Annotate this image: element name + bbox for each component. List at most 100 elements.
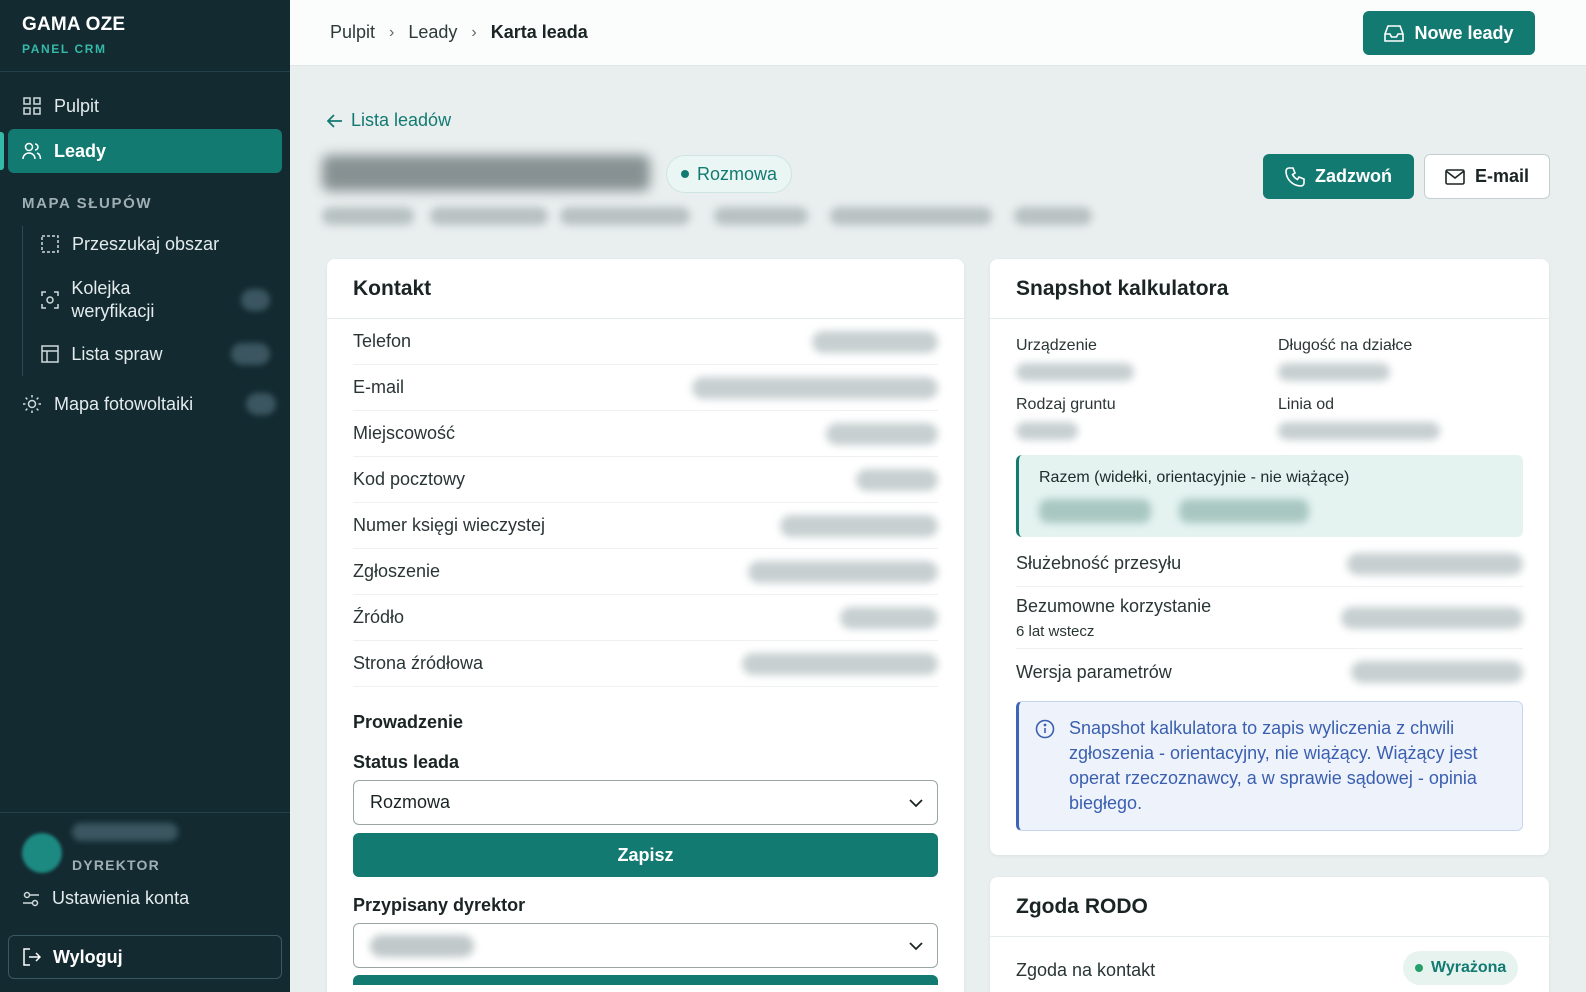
new-leads-label: Nowe leady: [1414, 22, 1514, 43]
table-icon: [40, 344, 59, 364]
consent-dot: [1415, 964, 1423, 972]
sidebar-item-label: Kolejka weryfikacji: [71, 278, 155, 321]
sidebar-item-przeszukaj[interactable]: Przeszukaj obszar: [40, 232, 270, 256]
brand: GAMA OZE PANEL CRM: [0, 0, 290, 72]
field-value: [1016, 363, 1134, 381]
grid-icon: [22, 96, 42, 116]
scan-icon: [40, 290, 59, 310]
status-field-label: Status leada: [353, 752, 460, 772]
status-dot: [681, 170, 689, 178]
breadcrumb-pulpit[interactable]: Pulpit: [330, 22, 375, 43]
table-row: Kod pocztowy: [353, 457, 938, 503]
lead-meta: [714, 207, 808, 225]
logout-button[interactable]: Wyloguj: [8, 935, 282, 979]
save-director-button[interactable]: [353, 975, 938, 985]
back-label: Lista leadów: [351, 110, 452, 130]
row-value: [692, 376, 938, 399]
chevron-down-icon: [909, 935, 923, 956]
account-settings-link[interactable]: Ustawienia konta: [22, 888, 189, 909]
row-label: E-mail: [353, 377, 405, 397]
row-label: Strona źródłowa: [353, 653, 484, 673]
breadcrumb-current: Karta leada: [490, 22, 588, 42]
table-row: E-mail: [353, 365, 938, 411]
director-field-label: Przypisany dyrektor: [353, 895, 526, 915]
brand-subtitle: PANEL CRM: [22, 42, 107, 56]
save-button[interactable]: Zapisz: [353, 833, 938, 877]
status-select-value: Rozmowa: [370, 792, 451, 812]
email-label: E-mail: [1474, 166, 1530, 186]
new-leads-button[interactable]: Nowe leady: [1363, 11, 1535, 55]
field-label: Linia od: [1278, 396, 1335, 413]
field-label: Rodzaj gruntu: [1016, 396, 1116, 413]
chevron-down-icon: [909, 792, 923, 813]
table-row: Telefon: [353, 319, 938, 365]
lead-meta: [1014, 207, 1092, 225]
field-value: [1278, 363, 1390, 381]
call-button[interactable]: Zadzwoń: [1263, 154, 1414, 199]
row-value: [1351, 661, 1523, 683]
lead-meta: [830, 207, 992, 225]
sidebar-item-pulpit[interactable]: Pulpit: [8, 84, 282, 128]
range-max: [1179, 499, 1309, 523]
phone-icon: [1285, 166, 1305, 187]
breadcrumb-leady[interactable]: Leady: [408, 22, 457, 43]
row-value: [812, 330, 938, 353]
sidebar-item-lista-spraw[interactable]: Lista spraw: [40, 342, 270, 366]
card-title: Snapshot kalkulatora: [990, 259, 1549, 319]
row-value: [826, 422, 938, 445]
lead-meta: [430, 207, 548, 225]
sidebar-item-leady[interactable]: Leady: [8, 129, 282, 173]
users-icon: [22, 141, 42, 161]
lead-meta: [560, 207, 690, 225]
consent-badge: Wyrażona: [1403, 951, 1519, 985]
row-label: Wersja parametrów: [1016, 661, 1172, 682]
row-value: [1341, 606, 1523, 629]
consent-status: Wyrażona: [1431, 959, 1507, 976]
logout-label: Wyloguj: [53, 946, 123, 967]
sub-rail: [22, 226, 23, 376]
breadcrumb: Pulpit › Leady › Karta leada: [330, 22, 588, 43]
section-heading: Prowadzenie: [353, 712, 464, 732]
inbox-icon: [1384, 24, 1405, 42]
row-label: Numer księgi wieczystej: [353, 515, 546, 535]
sidebar: GAMA OZE PANEL CRM Pulpit Leady MAPA SŁU…: [0, 0, 290, 992]
row-label: Kod pocztowy: [353, 469, 466, 489]
table-row: Źródło: [353, 595, 938, 641]
info-icon: [1035, 719, 1055, 746]
table-row: Wersja parametrów: [1016, 649, 1523, 695]
topbar: Pulpit › Leady › Karta leada Nowe leady: [290, 0, 1586, 66]
logout-icon: [23, 948, 41, 966]
field-label: Urządzenie: [1016, 337, 1097, 354]
row-sublabel: 6 lat wstecz: [1016, 622, 1095, 640]
row-label: Służebność przesyłu: [1016, 553, 1182, 573]
status-badge: Rozmowa: [666, 155, 793, 193]
sidebar-item-label: Pulpit: [54, 95, 100, 116]
snapshot-card: Snapshot kalkulatora Urządzenie Długość …: [990, 259, 1549, 855]
email-button[interactable]: E-mail: [1424, 154, 1550, 199]
row-value: [1347, 552, 1523, 575]
range-label: Razem (widełki, orientacyjnie - nie wiąż…: [1039, 469, 1350, 486]
section-label: MAPA SŁUPÓW: [22, 195, 153, 212]
sidebar-item-kolejka[interactable]: Kolejka weryfikacji: [40, 276, 270, 324]
chevron-right-icon: ›: [389, 23, 395, 41]
sidebar-item-label: Przeszukaj obszar: [72, 233, 220, 254]
rodo-card: Zgoda RODO Zgoda na kontakt Wyrażona: [990, 877, 1549, 992]
consent-label: Zgoda na kontakt: [1016, 960, 1156, 980]
table-row: Strona źródłowa: [353, 641, 938, 687]
count-badge: [231, 343, 270, 365]
select-area-icon: [40, 234, 60, 254]
director-select[interactable]: [353, 923, 938, 968]
table-row: Służebność przesyłu: [1016, 541, 1523, 587]
sidebar-item-label: Mapa fotowoltaiki: [54, 393, 194, 414]
back-link[interactable]: Lista leadów: [327, 110, 451, 131]
director-select-value: [370, 934, 474, 957]
mail-icon: [1445, 168, 1465, 185]
sidebar-item-label: Lista spraw: [71, 343, 163, 364]
row-label: Miejscowość: [353, 423, 456, 443]
chevron-right-icon: ›: [471, 23, 477, 41]
count-badge: [240, 289, 270, 311]
table-row: Numer księgi wieczystej: [353, 503, 938, 549]
status-select[interactable]: Rozmowa: [353, 780, 938, 825]
contact-card: Kontakt Telefon E-mail Miejscowość Kod p…: [327, 259, 964, 992]
sidebar-item-mapa-fotowoltaiki[interactable]: Mapa fotowoltaiki: [8, 382, 282, 426]
